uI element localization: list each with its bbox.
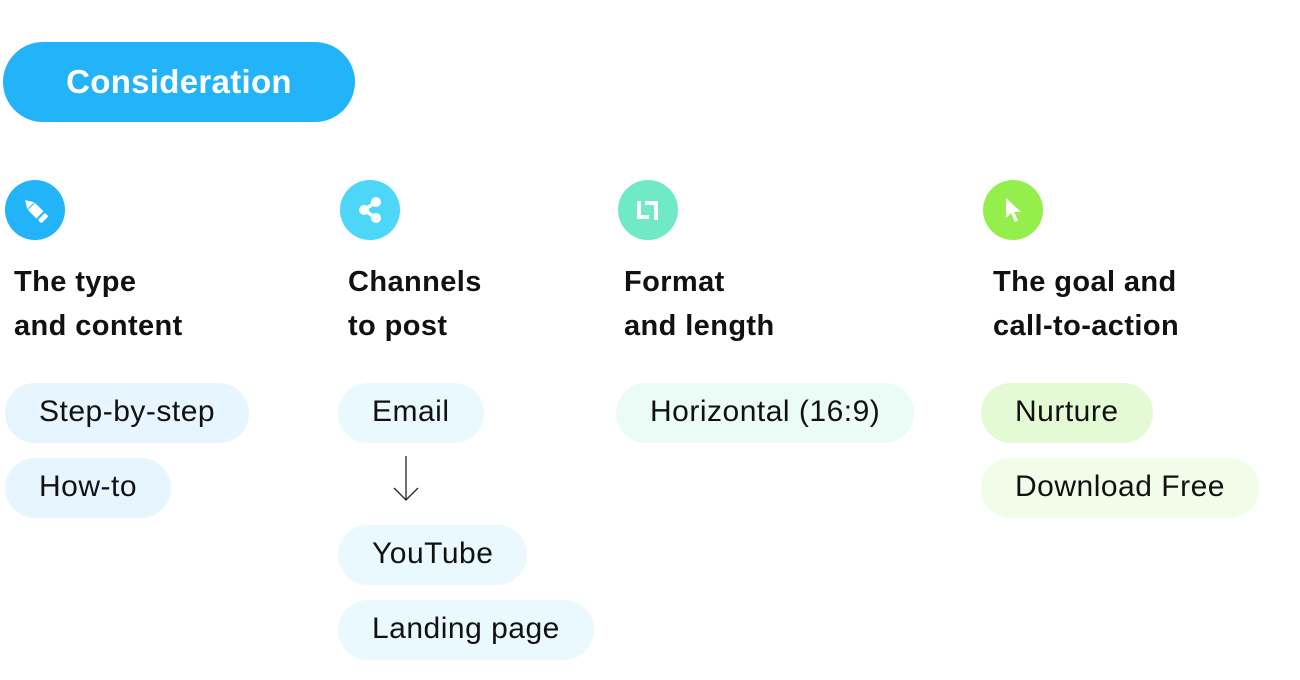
stage-badge: Consideration — [3, 42, 355, 122]
crop-icon — [618, 180, 678, 240]
pill-landing-page: Landing page — [338, 600, 594, 660]
pill-how-to: How-to — [5, 458, 172, 518]
pill-download-free: Download Free — [981, 458, 1259, 518]
column-channels: Channels to post Email YouTube Landing p… — [338, 180, 594, 675]
share-icon — [340, 180, 400, 240]
down-arrow-icon — [338, 450, 478, 525]
column-heading: Format and length — [624, 266, 775, 342]
cursor-icon — [983, 180, 1043, 240]
column-goal: The goal and call-to-action Nurture Down… — [981, 180, 1259, 533]
pill-email: Email — [338, 383, 484, 443]
pill-step-by-step: Step-by-step — [5, 383, 250, 443]
pill-nurture: Nurture — [981, 383, 1153, 443]
column-type-content: The type and content Step-by-step How-to — [5, 180, 250, 533]
column-heading: The type and content — [14, 266, 183, 342]
pill-horizontal: Horizontal (16:9) — [616, 383, 915, 443]
column-format: Format and length Horizontal (16:9) — [616, 180, 915, 458]
pencil-icon — [5, 180, 65, 240]
column-heading: Channels to post — [348, 266, 482, 342]
pill-youtube: YouTube — [338, 525, 528, 585]
column-heading: The goal and call-to-action — [993, 266, 1180, 342]
